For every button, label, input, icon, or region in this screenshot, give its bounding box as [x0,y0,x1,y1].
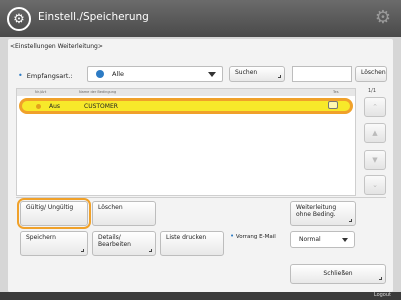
scroll-bottom-button[interactable]: ⌄ [364,175,386,195]
email-envelope-icon [328,101,338,109]
corner-arrow-icon [349,219,352,222]
row-name: CUSTOMER [84,103,118,110]
save-button[interactable]: Speichern [20,231,88,256]
forward-without-condition-label: Weiterleitung ohne Beding. [296,204,337,218]
clear-search-label: Löschen [361,69,386,76]
settings-wrench-icon: ⚙ [7,7,31,31]
search-button-label: Suchen [235,69,258,76]
filter-label: • Empfangsart.: [18,71,73,80]
column-header-name: Name der Bedingung [79,90,117,94]
receive-type-value: Alle [112,70,125,78]
save-label: Speichern [26,234,56,241]
gear-icon[interactable]: ⚙ [373,8,393,28]
search-button[interactable]: Suchen [229,66,285,82]
logout-label: Logout [373,292,391,298]
chevron-down-icon [208,72,216,77]
corner-arrow-icon [379,277,382,280]
corner-arrow-icon [81,249,84,252]
delete-button[interactable]: Löschen [92,201,156,226]
page-title: Einstell./Speicherung [38,11,149,23]
page-indicator: 1/1 [368,88,377,94]
forward-without-condition-button[interactable]: Weiterleitung ohne Beding. [290,201,356,226]
scroll-down-button[interactable]: ▼ [364,150,386,170]
column-header-test: Tes [333,90,339,94]
list-header: Nr./Art Name der Bedingung Tes [17,89,355,96]
search-input[interactable] [292,66,352,82]
forwarding-list: Nr./Art Name der Bedingung Tes Aus CUSTO… [16,88,356,196]
close-button[interactable]: Schließen [290,264,386,284]
status-dot-icon [36,104,41,109]
breadcrumb: <Einstellungen Weiterleitung> [10,43,103,50]
clear-search-button[interactable]: Löschen [355,66,387,82]
print-list-label: Liste drucken [166,234,207,241]
bullet-icon: • [18,71,23,80]
receive-type-select[interactable]: Alle [87,66,223,82]
column-header-type: Nr./Art [35,90,47,94]
bottom-bar: Logout [0,292,401,300]
scroll-up-button[interactable]: ▲ [364,123,386,143]
priority-select[interactable]: Normal [290,231,355,248]
logout-button[interactable]: Logout [374,292,391,298]
priority-value: Normal [299,236,321,243]
title-bar: ⚙ Einstell./Speicherung ⚙ [0,0,401,37]
priority-label: • Vorrang E-Mail [230,232,276,240]
priority-label-text: Vorrang E-Mail [235,234,276,240]
row-type: Aus [49,103,61,110]
focus-highlight [17,198,91,229]
bullet-icon: • [230,232,235,240]
delete-label: Löschen [98,204,123,211]
edit-details-button[interactable]: Details/ Bearbeiten [92,231,156,256]
close-label: Schließen [323,270,353,277]
scroll-top-button[interactable]: ⌃ [364,97,386,117]
list-row-selected[interactable]: Aus CUSTOMER [19,98,353,114]
chevron-down-icon [342,238,348,242]
globe-icon [96,70,104,78]
edit-details-label: Details/ Bearbeiten [98,234,131,248]
filter-label-text: Empfangsart.: [26,72,73,80]
print-list-button[interactable]: Liste drucken [160,231,224,256]
corner-arrow-icon [149,249,152,252]
corner-arrow-icon [278,75,281,78]
